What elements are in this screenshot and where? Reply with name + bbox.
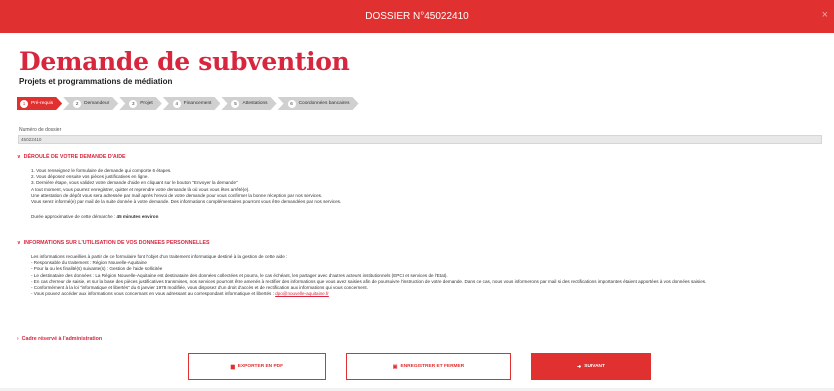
section-title: INFORMATIONS SUR L'UTILISATION DE VOS DO…: [23, 240, 210, 246]
text-line: - Vous pouvez accéder aux informations v…: [31, 291, 826, 297]
step-number: 6: [288, 100, 296, 108]
text-line: Vous serez informé(e) par mail de la sui…: [31, 199, 342, 205]
step-number: 2: [73, 100, 81, 108]
step-demandeur[interactable]: 2 Demandeur: [63, 97, 118, 110]
next-button[interactable]: ➜ SUIVANT: [531, 353, 651, 380]
step-label: Demandeur: [84, 101, 110, 106]
chevron-down-icon: ∨: [17, 240, 21, 246]
save-icon: ▣: [392, 363, 398, 370]
save-close-button[interactable]: ▣ ENREGISTRER ET FERMER: [346, 353, 511, 380]
step-coordonnees-bancaires[interactable]: 6 Coordonnées bancaires: [278, 97, 359, 110]
step-label: Coordonnées bancaires: [298, 101, 350, 106]
button-label: ENREGISTRER ET FERMER: [400, 364, 465, 369]
dossier-title: DOSSIER N°45022410: [365, 11, 469, 22]
step-financement[interactable]: 4 Financement: [163, 97, 221, 110]
step-label: Attestations: [242, 101, 268, 106]
export-pdf-button[interactable]: ▆ EXPORTER EN PDF: [188, 353, 326, 380]
page-title: Demande de subvention: [19, 47, 350, 76]
dossier-number-field: 45022410: [18, 135, 822, 144]
text-line-content: - Vous pouvez accéder aux informations v…: [31, 291, 274, 297]
section-admin-header[interactable]: › Cadre réservé à l'administration: [17, 336, 102, 342]
section-title: Cadre réservé à l'administration: [21, 336, 103, 342]
step-projet[interactable]: 3 Projet: [119, 97, 162, 110]
button-label: SUIVANT: [584, 364, 605, 369]
dossier-number-label: Numéro de dossier: [19, 127, 62, 133]
stepper: 1 Pré-requis 2 Demandeur 3 Projet 4 Fina…: [17, 97, 360, 110]
duration-label: Durée approximative de cette démarche :: [31, 214, 116, 220]
close-icon[interactable]: ×: [822, 9, 828, 21]
step-number: 1: [20, 100, 28, 108]
step-label: Pré-requis: [31, 101, 54, 106]
chevron-down-icon: ∨: [17, 154, 21, 160]
step-number: 5: [231, 100, 239, 108]
step-attestations[interactable]: 5 Attestations: [221, 97, 276, 110]
arrow-right-icon: ➜: [577, 363, 582, 370]
pdf-file-icon: ▆: [230, 363, 235, 370]
section-deroule-content: 1. Vous renseignez le formulaire de dema…: [31, 168, 826, 220]
section-deroule-header[interactable]: ∨ DÉROULÉ DE VOTRE DEMANDE D'AIDE: [17, 154, 126, 160]
section-donnees-content: Les informations recueillies à partir de…: [31, 254, 826, 297]
page-subtitle: Projets et programmations de médiation: [19, 77, 173, 86]
duration-value: 45 minutes environ: [116, 214, 159, 220]
button-label: EXPORTER EN PDF: [237, 364, 284, 369]
section-title: DÉROULÉ DE VOTRE DEMANDE D'AIDE: [23, 154, 126, 160]
section-donnees-header[interactable]: ∨ INFORMATIONS SUR L'UTILISATION DE VOS D…: [17, 240, 210, 246]
chevron-right-icon: ›: [17, 336, 19, 342]
step-number: 4: [173, 100, 181, 108]
dpo-email-link[interactable]: dpo@nouvelle-aquitaine.fr: [275, 291, 329, 296]
duration-line: Durée approximative de cette démarche : …: [31, 214, 826, 220]
step-label: Financement: [183, 101, 212, 106]
step-number: 3: [129, 100, 137, 108]
header-bar: DOSSIER N°45022410 ×: [0, 0, 834, 33]
step-label: Projet: [140, 101, 153, 106]
step-prerequis[interactable]: 1 Pré-requis: [17, 97, 62, 110]
